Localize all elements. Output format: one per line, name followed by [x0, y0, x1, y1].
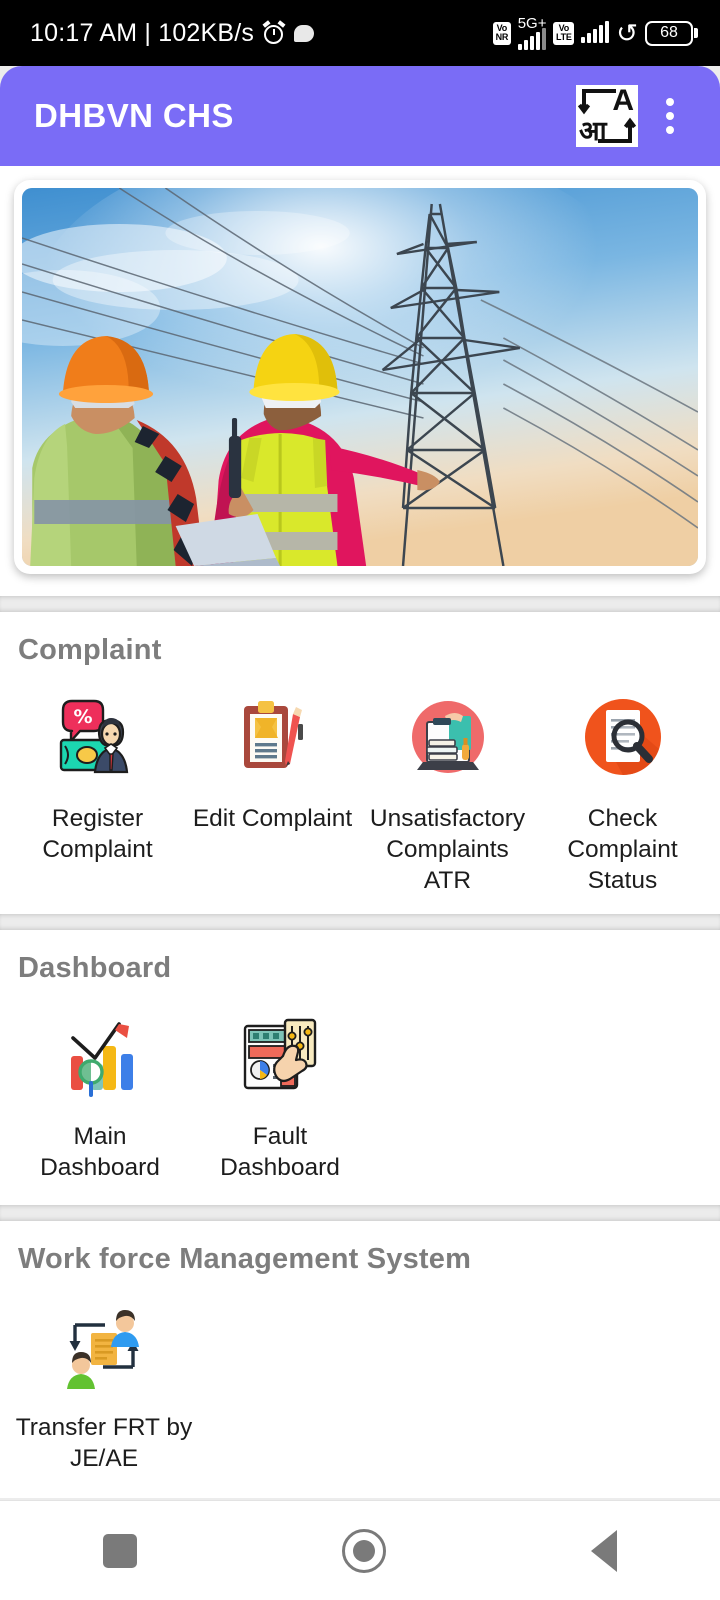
section-complaint: Complaint % Register Complaint Edit Comp… — [0, 612, 720, 914]
register-complaint-icon: % — [52, 691, 144, 783]
tile-label: Edit Complaint — [192, 805, 353, 832]
section-divider-1 — [0, 596, 720, 612]
battery-level-text: 68 — [645, 20, 693, 46]
page-title: DHBVN CHS — [34, 97, 234, 134]
translate-devanagari-letter: आ — [579, 116, 607, 147]
tile-label: Check Complaint Status — [567, 805, 678, 894]
hero-banner-image — [22, 188, 698, 566]
tile-label: Main Dashboard — [40, 1123, 160, 1181]
status-bar-right: Vo NR 5G+ Vo LTE ↺ 68 — [493, 16, 698, 50]
tile-fault-dashboard[interactable]: Fault Dashboard — [190, 1005, 370, 1183]
tile-edit-complaint[interactable]: Edit Complaint — [185, 687, 360, 896]
translate-latin-letter: A — [612, 84, 634, 117]
recents-square-button[interactable] — [102, 1533, 137, 1568]
phone-screen: 10:17 AM | 102KB/s Vo NR 5G+ Vo LTE ↺ 68… — [0, 0, 720, 1600]
dashboard-grid: Main Dashboard Fault Dashboard — [0, 985, 720, 1183]
overflow-menu-icon[interactable] — [644, 98, 696, 134]
unsatisfactory-complaints-atr-icon — [402, 691, 494, 783]
section-title-dashboard: Dashboard — [18, 952, 172, 984]
check-complaint-status-icon — [577, 691, 669, 783]
signal-bars-sim2 — [581, 21, 610, 43]
status-time-and-network-speed: 10:17 AM | 102KB/s — [30, 18, 255, 47]
chat-bubble-icon — [294, 24, 315, 42]
section-workforce-management: Work force Management System Transfer FR… — [0, 1221, 720, 1498]
tile-check-complaint-status[interactable]: Check Complaint Status — [535, 687, 710, 896]
tile-label: Transfer FRT by JE/AE — [15, 1414, 193, 1472]
tile-label: Register Complaint — [42, 805, 153, 863]
back-triangle-button[interactable] — [591, 1529, 618, 1572]
tile-register-complaint[interactable]: % Register Complaint — [10, 687, 185, 896]
fault-dashboard-panel-icon — [234, 1009, 326, 1101]
volte-badge: Vo LTE — [553, 21, 575, 45]
tile-main-dashboard[interactable]: Main Dashboard — [10, 1005, 190, 1183]
battery-cap — [694, 28, 698, 38]
section-divider-2 — [0, 914, 720, 930]
section-title-workforce: Work force Management System — [18, 1243, 472, 1275]
banner-section — [0, 166, 720, 596]
android-navigation-bar — [0, 1500, 720, 1600]
edit-complaint-clipboard-icon — [227, 691, 319, 783]
home-circle-button[interactable] — [341, 1528, 386, 1573]
workforce-grid: Transfer FRT by JE/AE — [0, 1276, 720, 1474]
section-divider-3 — [0, 1205, 720, 1221]
battery-indicator: 68 — [645, 20, 698, 46]
status-bar-left: 10:17 AM | 102KB/s — [30, 18, 315, 48]
alarm-clock-icon — [262, 20, 286, 44]
app-bar: DHBVN CHS A आ — [0, 66, 720, 166]
tile-transfer-frt[interactable]: Transfer FRT by JE/AE — [14, 1296, 194, 1474]
section-dashboard: Dashboard Main Dashboard Fault Dashboard — [0, 930, 720, 1205]
status-bar: 10:17 AM | 102KB/s Vo NR 5G+ Vo LTE ↺ 68 — [0, 0, 720, 66]
svg-text:%: % — [73, 706, 92, 728]
tile-label: Unsatisfactory Complaints ATR — [369, 805, 526, 894]
banner-card[interactable] — [14, 180, 706, 574]
tile-unsatisfactory-complaints-atr[interactable]: Unsatisfactory Complaints ATR — [360, 687, 535, 896]
tile-label: Fault Dashboard — [220, 1123, 340, 1181]
data-saver-loop-icon: ↺ — [616, 18, 638, 48]
section-title-complaint: Complaint — [18, 634, 162, 666]
vonr-badge: Vo NR — [493, 21, 511, 45]
translate-language-icon[interactable]: A आ — [576, 85, 638, 147]
main-dashboard-chart-icon — [54, 1009, 146, 1101]
signal-bars-sim1 — [517, 28, 546, 50]
network-5g-signal: 5G+ — [517, 16, 546, 50]
transfer-frt-people-icon — [58, 1300, 150, 1392]
complaint-grid: % Register Complaint Edit Complaint Unsa… — [0, 667, 720, 896]
